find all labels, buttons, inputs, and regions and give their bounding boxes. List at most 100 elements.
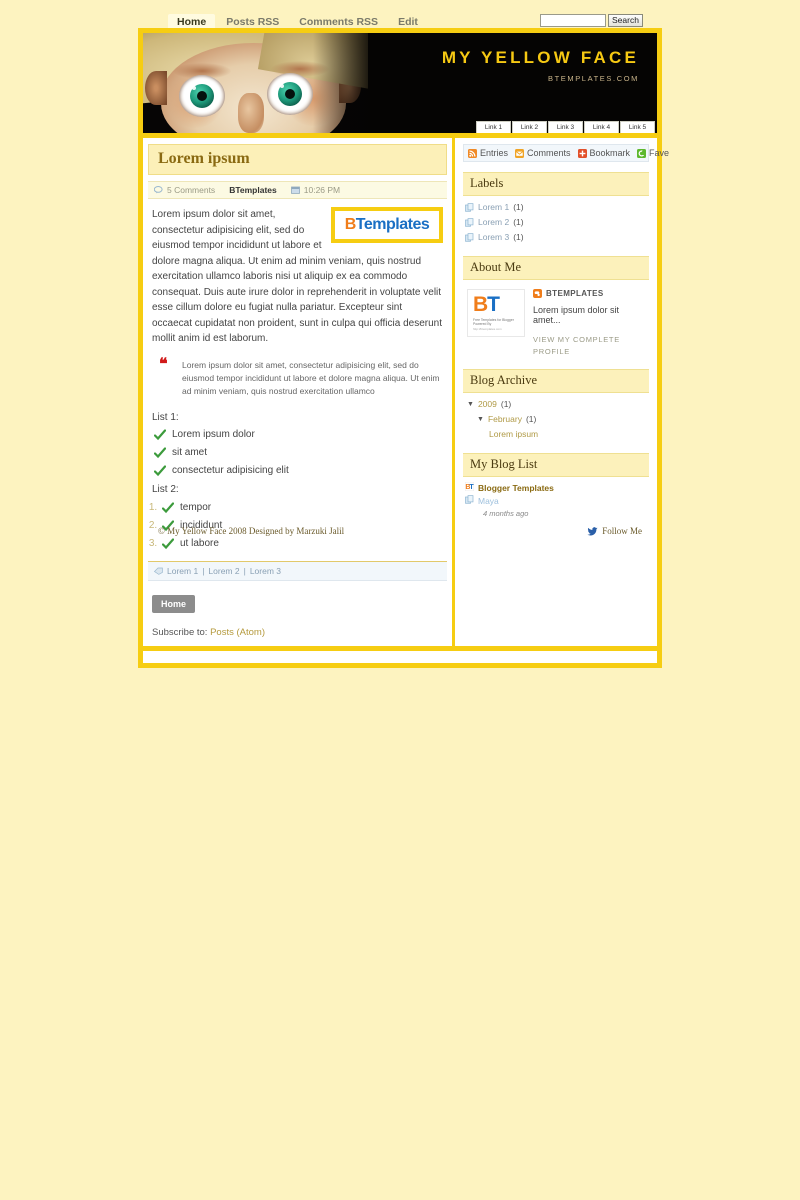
archive-year-link[interactable]: 2009 <box>478 398 497 411</box>
bloglist-title[interactable]: Blogger Templates <box>478 482 554 494</box>
footer-strip <box>143 650 657 663</box>
about-details: BTEMPLATES Lorem ipsum dolor sit amet...… <box>533 289 647 357</box>
follow-me-link[interactable]: Follow Me <box>587 526 642 536</box>
feed-bookmark[interactable]: Bookmark <box>577 148 631 158</box>
post-label-1[interactable]: Lorem 1 <box>167 566 198 576</box>
archive-tree: ▼ 2009 (1) ▼ February (1) Lorem ipsum <box>463 398 649 441</box>
feed-bookmark-link[interactable]: Bookmark <box>590 148 631 158</box>
bloglist-sub-row: Maya <box>465 495 649 507</box>
feed-entries[interactable]: Entries <box>468 148 508 158</box>
post-comments-link[interactable]: 5 Comments <box>167 185 215 195</box>
post-label-3[interactable]: Lorem 3 <box>250 566 281 576</box>
post-meta: 5 Comments BTemplates 10:26 PM <box>148 181 447 199</box>
chevron-down-icon[interactable]: ▼ <box>467 401 474 409</box>
list-item: sit amet <box>152 446 443 460</box>
archive-year-row[interactable]: ▼ 2009 (1) <box>467 398 649 411</box>
about-block: BT Free Templates for Blogger Powered By… <box>463 285 649 357</box>
header-banner: MY YELLOW FACE BTEMPLATES.COM Link 1 Lin… <box>143 33 657 133</box>
post-label-2[interactable]: Lorem 2 <box>208 566 239 576</box>
check-icon <box>162 501 174 513</box>
feed-fave[interactable]: Fave <box>637 148 669 158</box>
label-link[interactable]: Lorem 2 <box>478 216 509 229</box>
iris-right <box>278 82 302 106</box>
search-input[interactable] <box>540 14 606 27</box>
svg-text:T: T <box>469 484 474 491</box>
page-root: Home Posts RSS Comments RSS Edit Search <box>0 0 800 1200</box>
list-item: consectetur adipisicing elit <box>152 464 443 478</box>
home-button[interactable]: Home <box>152 594 196 613</box>
tag-icon <box>154 567 163 575</box>
feed-fave-link[interactable]: Fave <box>649 148 669 158</box>
post-comments[interactable]: 5 Comments <box>154 185 215 195</box>
about-profile-name: BTEMPLATES <box>546 289 604 298</box>
archive-month-link[interactable]: February <box>488 413 522 426</box>
banner-link-3[interactable]: Link 3 <box>548 121 583 133</box>
bt-icon: B T <box>465 482 474 491</box>
comment-icon <box>154 186 163 194</box>
btemplates-logo-text: BTemplates <box>345 217 430 233</box>
archive-post-link[interactable]: Lorem ipsum <box>489 428 538 441</box>
banner-link-4[interactable]: Link 4 <box>584 121 619 133</box>
eye-right <box>267 73 313 115</box>
nose-shape <box>238 93 264 133</box>
list-item: Lorem 3 (1) <box>465 231 649 244</box>
archive-heading: Blog Archive <box>463 369 649 393</box>
list-item: Lorem 2 (1) <box>465 216 649 229</box>
subscribe-link[interactable]: Posts (Atom) <box>210 627 265 638</box>
rss-icon <box>468 148 477 158</box>
banner-link-1[interactable]: Link 1 <box>476 121 511 133</box>
avatar-caption: Free Templates for Blogger Powered By <box>473 318 514 326</box>
archive-month-row[interactable]: ▼ February (1) <box>467 413 649 426</box>
feed-entries-link[interactable]: Entries <box>480 148 508 158</box>
banner-link-5[interactable]: Link 5 <box>620 121 655 133</box>
bloglist-subtitle[interactable]: Maya <box>478 495 499 507</box>
archive-post-row[interactable]: Lorem ipsum <box>467 428 649 441</box>
avatar-letter-b: B <box>473 293 488 316</box>
label-link[interactable]: Lorem 1 <box>478 201 509 214</box>
search-button[interactable]: Search <box>608 14 643 27</box>
labels-heading: Labels <box>463 172 649 196</box>
archive-section: Blog Archive ▼ 2009 (1) ▼ February (1) L… <box>463 369 649 441</box>
logo-letter-b: B <box>344 216 357 233</box>
check-icon <box>154 465 166 477</box>
eye-left <box>179 75 225 117</box>
blockquote-text: Lorem ipsum dolor sit amet, consectetur … <box>182 359 440 396</box>
feed-bar: Entries Comments Bookmark Fave <box>463 144 669 162</box>
pages-icon <box>465 203 474 212</box>
iris-left <box>190 84 214 108</box>
post-time: 10:26 PM <box>290 185 340 195</box>
label-count: (1) <box>513 232 524 242</box>
chevron-down-icon[interactable]: ▼ <box>477 416 484 424</box>
about-section: About Me BT Free Templates for Blogger P… <box>463 256 649 357</box>
view-profile-link[interactable]: VIEW MY COMPLETE PROFILE <box>533 335 620 356</box>
pupil-right <box>285 89 295 99</box>
blog-title: MY YELLOW FACE <box>441 48 639 67</box>
site-body: Lorem ipsum 5 Comments BTemplates 10:26 … <box>143 138 669 646</box>
check-icon <box>154 447 166 459</box>
avatar-letter-t: T <box>487 293 500 316</box>
sidebar: Entries Comments Bookmark Fave Labels Lo… <box>455 138 669 646</box>
blogger-icon <box>533 289 542 298</box>
bloglist-timestamp: 4 months ago <box>483 509 529 518</box>
about-description: Lorem ipsum dolor sit amet... <box>533 305 620 325</box>
check-icon <box>154 429 166 441</box>
list-item: Lorem 1 (1) <box>465 201 649 214</box>
label-separator-1: | <box>202 565 205 576</box>
feed-comments[interactable]: Comments <box>515 148 571 158</box>
list1: Lorem ipsum dolor sit amet consectetur a… <box>152 428 443 478</box>
list-item-label: Lorem ipsum dolor <box>172 429 255 440</box>
main-content: Lorem ipsum 5 Comments BTemplates 10:26 … <box>143 138 455 646</box>
check-icon <box>162 537 174 549</box>
logo-word-templates: Templates <box>355 216 430 233</box>
list2-label: List 2: <box>152 484 179 495</box>
banner-nav-links: Link 1 Link 2 Link 3 Link 4 Link 5 <box>476 121 655 133</box>
subscribe-label: Subscribe to: <box>152 626 208 638</box>
feed-comments-link[interactable]: Comments <box>527 148 571 158</box>
quote-icon: ❝ <box>159 355 168 373</box>
bloglist: B T Blogger Templates Maya 4 months ago <box>463 482 649 519</box>
label-link[interactable]: Lorem 3 <box>478 231 509 244</box>
plus-icon <box>577 148 587 158</box>
banner-link-2[interactable]: Link 2 <box>512 121 547 133</box>
post-author: BTemplates <box>229 185 277 195</box>
subscribe-row: Subscribe to: Posts (Atom) <box>152 627 447 638</box>
